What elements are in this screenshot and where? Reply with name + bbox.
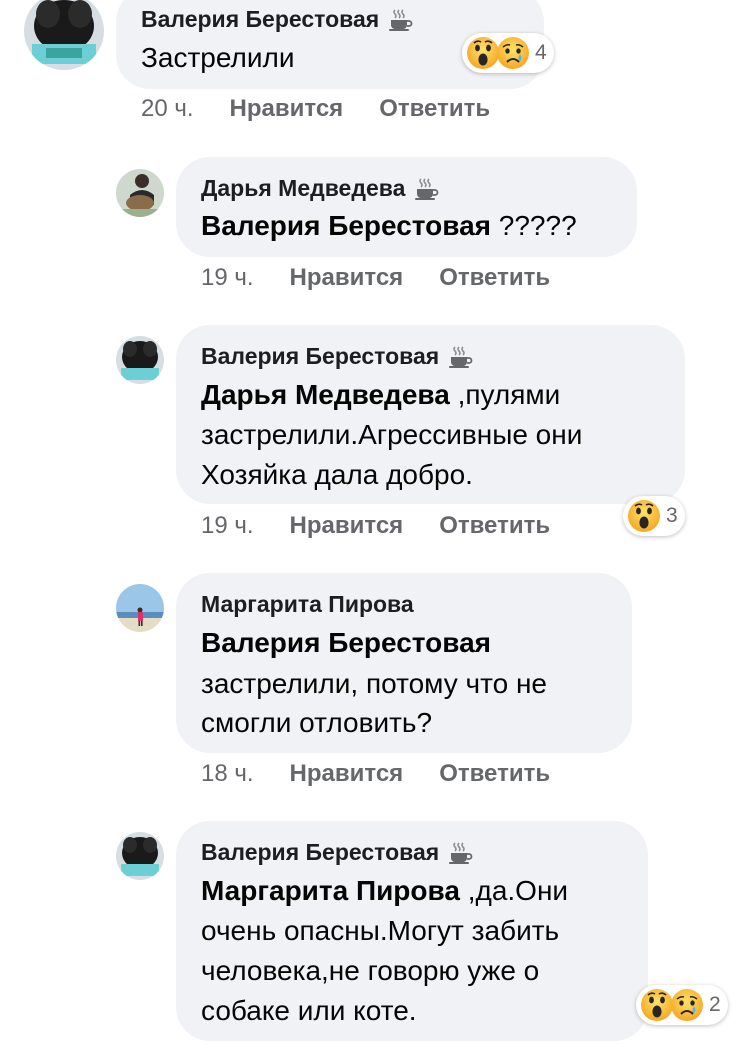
comment-text: смогли отловить?: [201, 707, 433, 738]
comment-author[interactable]: Валерия Берестовая: [141, 6, 413, 33]
comment-text: собаке или коте.: [201, 995, 417, 1026]
reply-button[interactable]: Ответить: [439, 264, 550, 292]
author-name[interactable]: Валерия Берестовая: [141, 6, 379, 33]
comment-text-fragment: ,да.Они: [459, 875, 569, 906]
comment-actions: 19 ч. Нравится Ответить: [201, 512, 550, 540]
reaction-count: 2: [709, 993, 721, 1016]
comment-author[interactable]: Дарья Медведева: [201, 175, 439, 202]
dog-avatar-image: [116, 832, 164, 880]
like-button[interactable]: Нравится: [290, 264, 404, 292]
author-name[interactable]: Валерия Берестовая: [201, 343, 439, 370]
coffee-cup-icon: [447, 345, 473, 369]
person-with-dog-avatar-image: [116, 169, 164, 217]
comment-author[interactable]: Маргарита Пирова: [201, 591, 414, 618]
dog-avatar-image: [24, 0, 104, 70]
reply-button[interactable]: Ответить: [439, 760, 550, 788]
comment-text-fragment: ,пулями: [449, 379, 561, 410]
coffee-cup-icon: [413, 177, 439, 201]
wow-emoji-icon: [627, 499, 661, 533]
comment-author[interactable]: Валерия Берестовая: [201, 343, 473, 370]
avatar[interactable]: [116, 584, 164, 632]
reply-button[interactable]: Ответить: [379, 95, 490, 123]
reaction-summary[interactable]: 4: [462, 33, 554, 73]
dog-avatar-image: [116, 336, 164, 384]
comment-text: Застрелили: [141, 42, 295, 73]
comment-actions: 18 ч. Нравится Ответить: [201, 760, 550, 788]
beach-avatar-image: [116, 584, 164, 632]
comment-text: человека,не говорю уже о: [201, 955, 540, 986]
timestamp[interactable]: 20 ч.: [141, 95, 194, 123]
mention-link[interactable]: Дарья Медведева: [201, 379, 450, 410]
sad-emoji-icon: [496, 36, 530, 70]
mention-link[interactable]: Валерия Берестовая: [201, 627, 491, 658]
mention-link[interactable]: Валерия Берестовая: [201, 210, 491, 241]
coffee-cup-icon: [387, 8, 413, 32]
author-name[interactable]: Дарья Медведева: [201, 175, 405, 202]
comment-actions: 20 ч. Нравится Ответить: [141, 95, 490, 123]
comment-text: Маргарита Пирова ,да.Они: [201, 871, 568, 911]
avatar[interactable]: [24, 0, 104, 70]
reply-button[interactable]: Ответить: [439, 512, 550, 540]
timestamp[interactable]: 18 ч.: [201, 760, 254, 788]
coffee-cup-icon: [447, 841, 473, 865]
comment-actions: 19 ч. Нравится Ответить: [201, 264, 550, 292]
author-name[interactable]: Маргарита Пирова: [201, 591, 414, 618]
comment-text-fragment: ?????: [491, 210, 577, 241]
comment-text: Валерия Берестовая: [201, 623, 491, 663]
comment-text: застрелили, потому что не: [201, 668, 547, 699]
comment-text: застрелили.Агрессивные они: [201, 419, 583, 450]
like-button[interactable]: Нравится: [290, 760, 404, 788]
comment-text: Дарья Медведева ,пулями: [201, 375, 560, 415]
sad-emoji-icon: [670, 988, 704, 1022]
comment-text: очень опасны.Могут забить: [201, 915, 560, 946]
author-name[interactable]: Валерия Берестовая: [201, 839, 439, 866]
reaction-count: 3: [666, 504, 678, 527]
comment-text: Хозяйка дала добро.: [201, 459, 473, 490]
avatar[interactable]: [116, 832, 164, 880]
wow-emoji-icon: [466, 36, 500, 70]
reaction-summary[interactable]: 3: [623, 496, 685, 536]
timestamp[interactable]: 19 ч.: [201, 264, 254, 292]
reaction-summary[interactable]: 2: [636, 985, 728, 1025]
comment-author[interactable]: Валерия Берестовая: [201, 839, 473, 866]
like-button[interactable]: Нравится: [290, 512, 404, 540]
reaction-count: 4: [535, 41, 547, 64]
comment-text: Валерия Берестовая ?????: [201, 206, 577, 246]
avatar[interactable]: [116, 169, 164, 217]
like-button[interactable]: Нравится: [230, 95, 344, 123]
avatar[interactable]: [116, 336, 164, 384]
wow-emoji-icon: [640, 988, 674, 1022]
mention-link[interactable]: Маргарита Пирова: [201, 875, 460, 906]
timestamp[interactable]: 19 ч.: [201, 512, 254, 540]
